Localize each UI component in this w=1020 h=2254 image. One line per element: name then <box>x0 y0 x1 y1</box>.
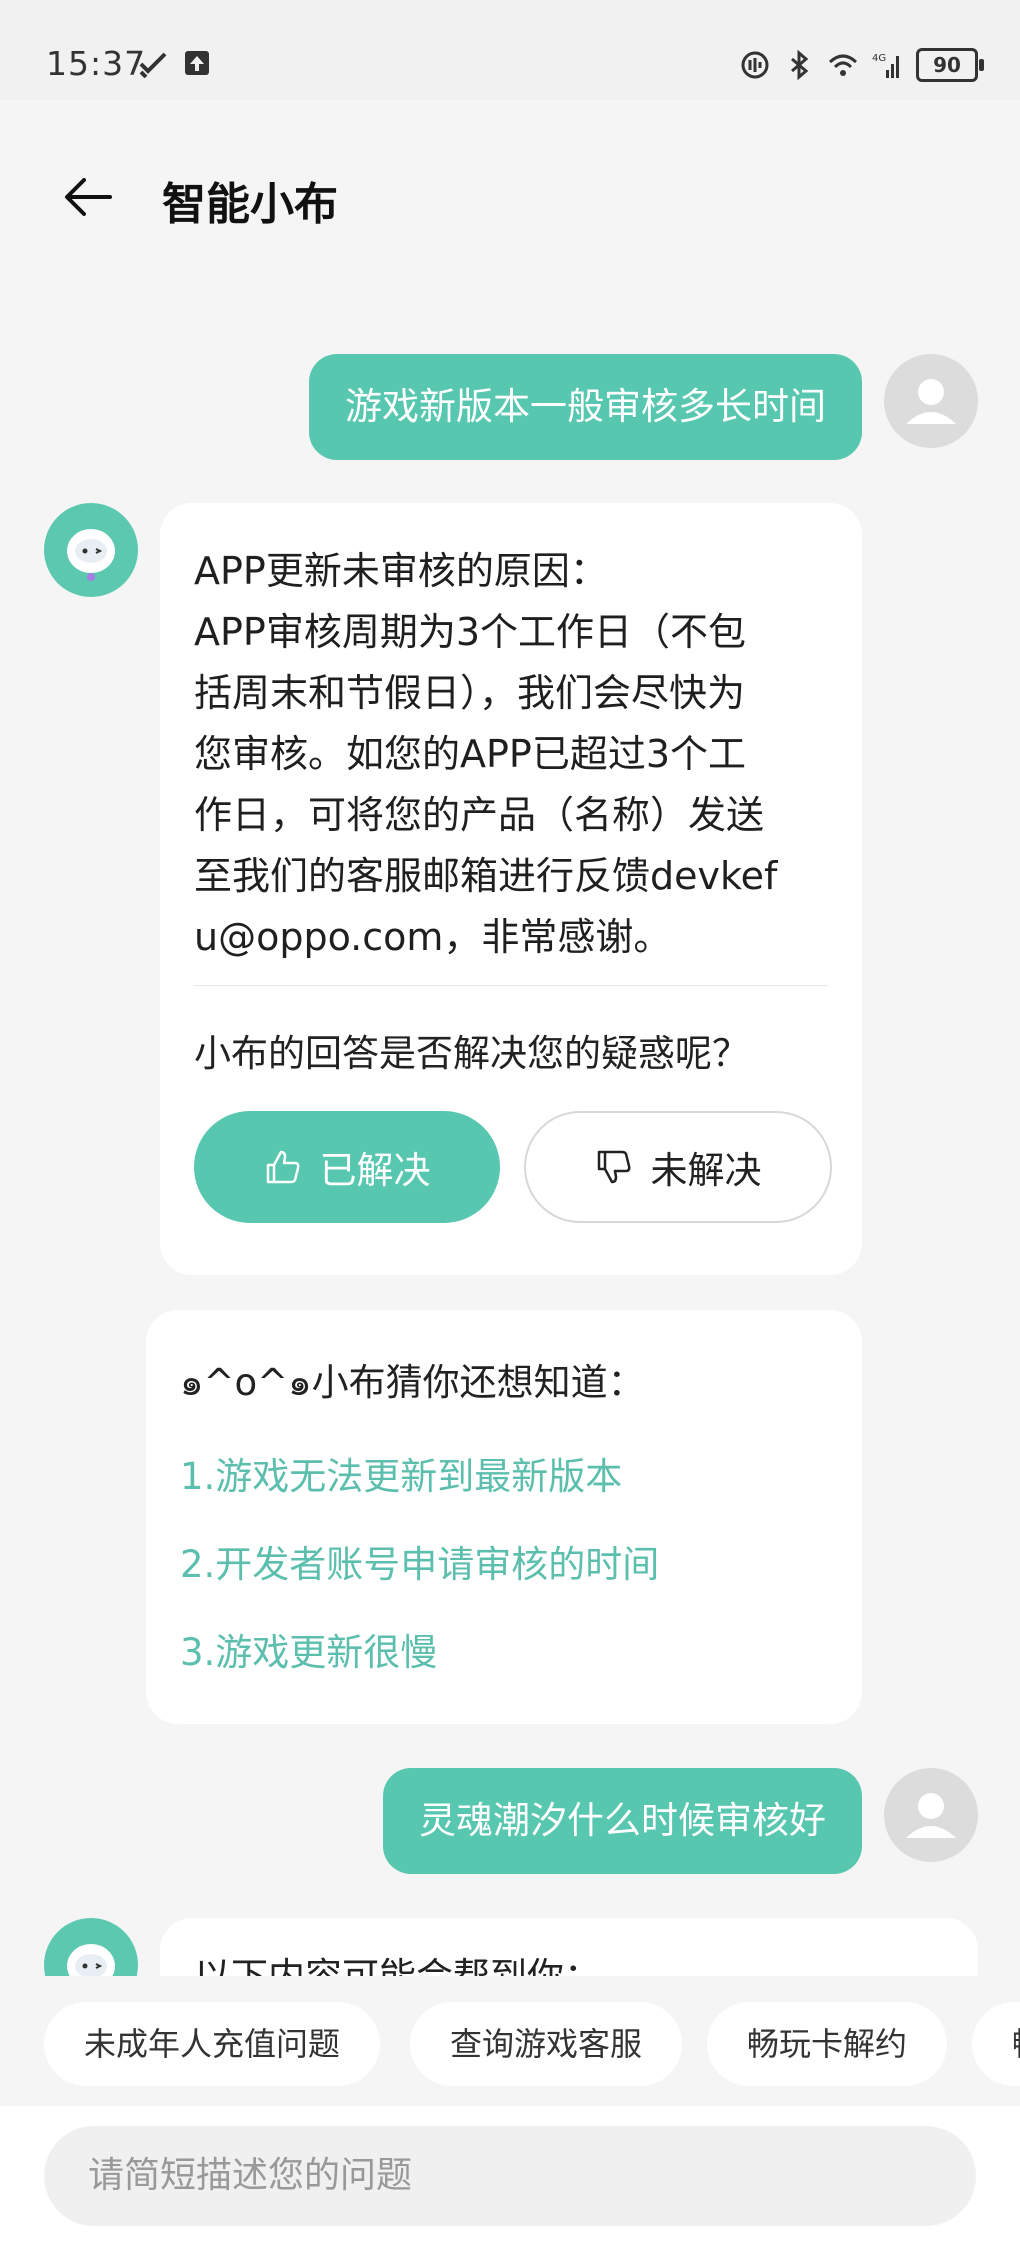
unsolved-button[interactable]: 未解决 <box>524 1111 832 1223</box>
back-arrow-icon[interactable] <box>58 166 120 228</box>
data-saver-icon <box>741 51 769 79</box>
signal-icon: 4G <box>872 53 899 78</box>
bot-avatar <box>44 503 138 597</box>
bluetooth-icon <box>791 50 809 80</box>
answer-line: APP审核周期为3个工作日（不包 <box>194 610 747 654</box>
svg-text:4G: 4G <box>872 53 886 64</box>
divider <box>194 985 828 986</box>
answer-line: 至我们的客服邮箱进行反馈devkef <box>194 854 778 898</box>
answer-line: APP更新未审核的原因： <box>194 549 608 593</box>
suggestion-link[interactable]: 3.游戏更新很慢 <box>180 1622 437 1676</box>
thumbs-up-icon <box>266 1150 299 1184</box>
robot-icon <box>67 1944 115 1976</box>
quick-reply-chip[interactable]: 查询游戏客服 <box>410 2002 683 2086</box>
status-bar: 15:37 4G 90 <box>0 0 1020 100</box>
person-icon <box>906 379 956 424</box>
page-title: 智能小布 <box>162 179 338 230</box>
answer-line: 您审核。如您的APP已超过3个工 <box>194 732 747 776</box>
user-message: 游戏新版本一般审核多长时间 <box>309 354 862 460</box>
message-input[interactable]: 请简短描述您的问题 <box>44 2126 976 2226</box>
answer-card: APP更新未审核的原因： APP审核周期为3个工作日（不包 括周末和节假日），我… <box>160 503 862 1275</box>
partial-message-row: 以下内容可能会帮到你： <box>0 1900 1020 1976</box>
quick-reply-chip[interactable]: 未成年人充值问题 <box>44 2002 381 2086</box>
wifi-icon <box>828 54 858 76</box>
user-avatar <box>884 1768 978 1862</box>
solved-button[interactable]: 已解决 <box>194 1111 500 1223</box>
suggestions-card: ๑^o^๑小布猜你还想知道： 1.游戏无法更新到最新版本 2.开发者账号申请审核… <box>146 1310 862 1724</box>
answer-line: u@oppo.com，非常感谢。 <box>194 915 672 959</box>
robot-icon <box>67 529 115 581</box>
person-icon <box>906 1793 956 1838</box>
answer-text: 以下内容可能会帮到你： <box>194 1946 601 1976</box>
answer-text: APP更新未审核的原因： APP审核周期为3个工作日（不包 括周末和节假日），我… <box>194 541 834 968</box>
quick-replies-bar: 未成年人充值问题 查询游戏客服 畅玩卡解约 畅 <box>0 1976 1020 2106</box>
suggestion-link[interactable]: 2.开发者账号申请审核的时间 <box>180 1534 659 1588</box>
input-area: 请简短描述您的问题 <box>0 2106 1020 2254</box>
unsolved-label: 未解决 <box>650 1149 762 1192</box>
bot-avatar <box>44 1918 138 1976</box>
answer-line: 作日，可将您的产品（名称）发送 <box>194 793 765 837</box>
app-header: 智能小布 <box>0 100 1020 290</box>
solved-label: 已解决 <box>319 1149 431 1192</box>
check-badge-icon <box>139 52 167 78</box>
quick-reply-chip[interactable]: 畅 <box>972 2002 1020 2086</box>
suggestion-link[interactable]: 1.游戏无法更新到最新版本 <box>180 1446 622 1500</box>
feedback-question: 小布的回答是否解决您的疑惑呢？ <box>194 1032 749 1075</box>
upload-icon <box>185 51 209 75</box>
quick-reply-chip[interactable]: 畅玩卡解约 <box>707 2002 948 2086</box>
answer-line: 括周末和节假日），我们会尽快为 <box>194 671 746 715</box>
user-avatar <box>884 354 978 448</box>
user-message: 灵魂潮汐什么时候审核好 <box>383 1768 862 1874</box>
answer-card: 以下内容可能会帮到你： <box>160 1918 978 1976</box>
suggestions-title: ๑^o^๑小布猜你还想知道： <box>180 1361 645 1404</box>
status-time: 15:37 <box>46 44 147 83</box>
battery-indicator: 90 <box>916 48 984 82</box>
thumbs-down-icon <box>597 1150 630 1184</box>
